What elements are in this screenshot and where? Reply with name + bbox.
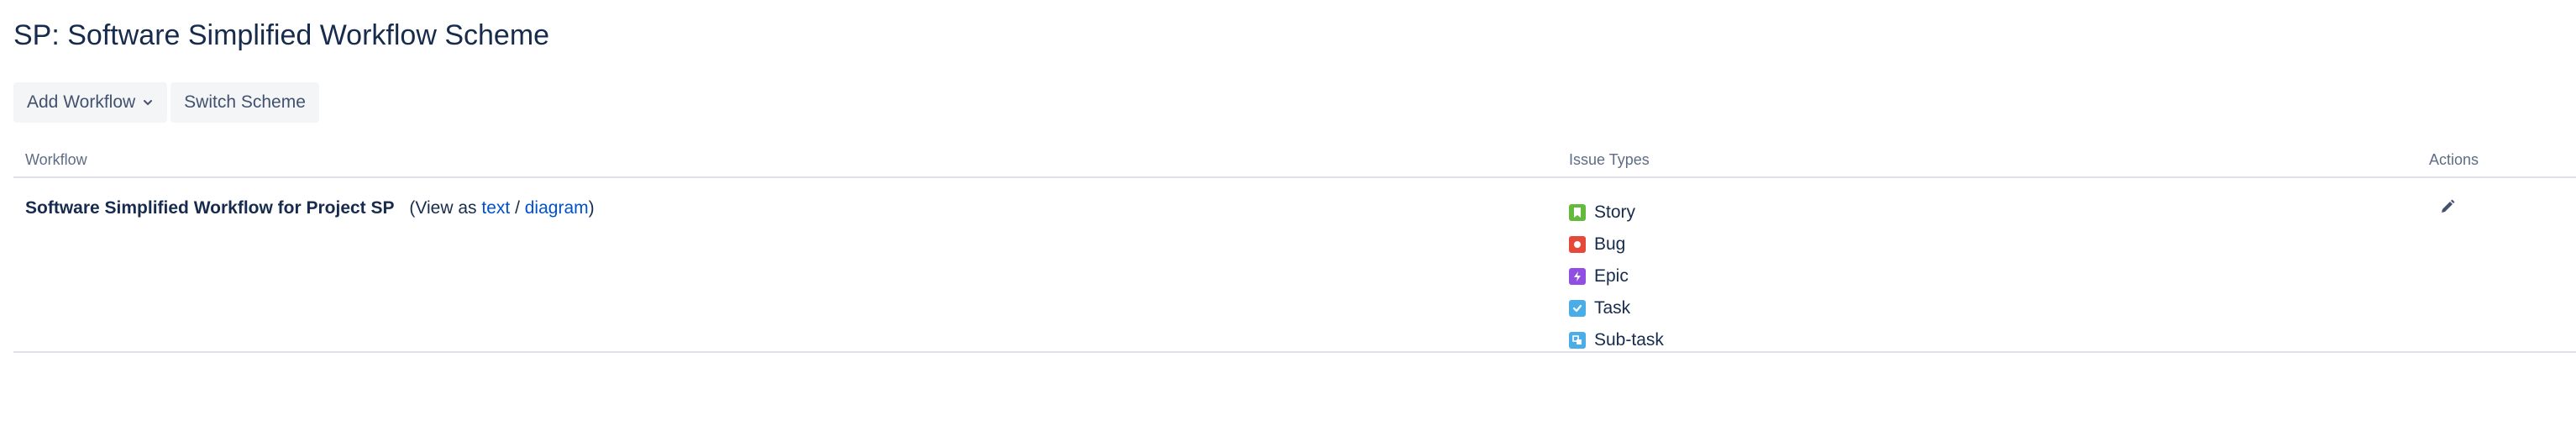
page-title: SP: Software Simplified Workflow Scheme [13, 19, 550, 51]
workflow-cell: Software Simplified Workflow for Project… [25, 198, 595, 218]
issue-types-list: Story Bug Epic Task Sub-task [1569, 197, 1664, 356]
subtask-icon [1569, 332, 1586, 349]
epic-icon [1569, 268, 1586, 285]
issue-type-label: Task [1594, 298, 1631, 318]
issue-type-label: Story [1594, 202, 1636, 222]
table-row: Software Simplified Workflow for Project… [13, 178, 2576, 353]
story-icon [1569, 204, 1586, 221]
actions-cell [2439, 198, 2456, 219]
add-workflow-label: Add Workflow [27, 92, 136, 112]
page: SP: Software Simplified Workflow Scheme … [0, 0, 2576, 447]
edit-icon[interactable] [2439, 198, 2456, 215]
bug-icon [1569, 236, 1586, 253]
workflow-name: Software Simplified Workflow for Project… [25, 198, 395, 218]
issue-type-label: Bug [1594, 234, 1626, 254]
switch-scheme-label: Switch Scheme [184, 92, 306, 112]
column-header-issue-types: Issue Types [1569, 151, 1650, 168]
list-item: Story [1569, 197, 1664, 229]
chevron-down-icon [144, 100, 153, 105]
list-item: Bug [1569, 229, 1664, 260]
view-as-separator: / [515, 198, 520, 218]
list-item: Task [1569, 292, 1664, 324]
list-item: Sub-task [1569, 324, 1664, 356]
view-as-diagram-link[interactable]: diagram [525, 198, 589, 218]
task-icon [1569, 300, 1586, 317]
issue-type-label: Sub-task [1594, 330, 1664, 350]
table-header: Workflow Issue Types Actions [13, 143, 2576, 178]
toolbar: Add Workflow Switch Scheme [13, 82, 319, 123]
view-as-prefix: (View as [409, 198, 477, 218]
switch-scheme-button[interactable]: Switch Scheme [171, 82, 319, 123]
workflow-table: Workflow Issue Types Actions Software Si… [13, 143, 2576, 353]
view-as-suffix: ) [588, 198, 595, 218]
add-workflow-button[interactable]: Add Workflow [13, 82, 168, 123]
column-header-actions: Actions [2429, 151, 2479, 168]
column-header-workflow: Workflow [25, 151, 87, 168]
view-as-links: (View as text / diagram) [409, 198, 594, 218]
list-item: Epic [1569, 260, 1664, 292]
issue-type-label: Epic [1594, 266, 1629, 286]
view-as-text-link[interactable]: text [481, 198, 510, 218]
